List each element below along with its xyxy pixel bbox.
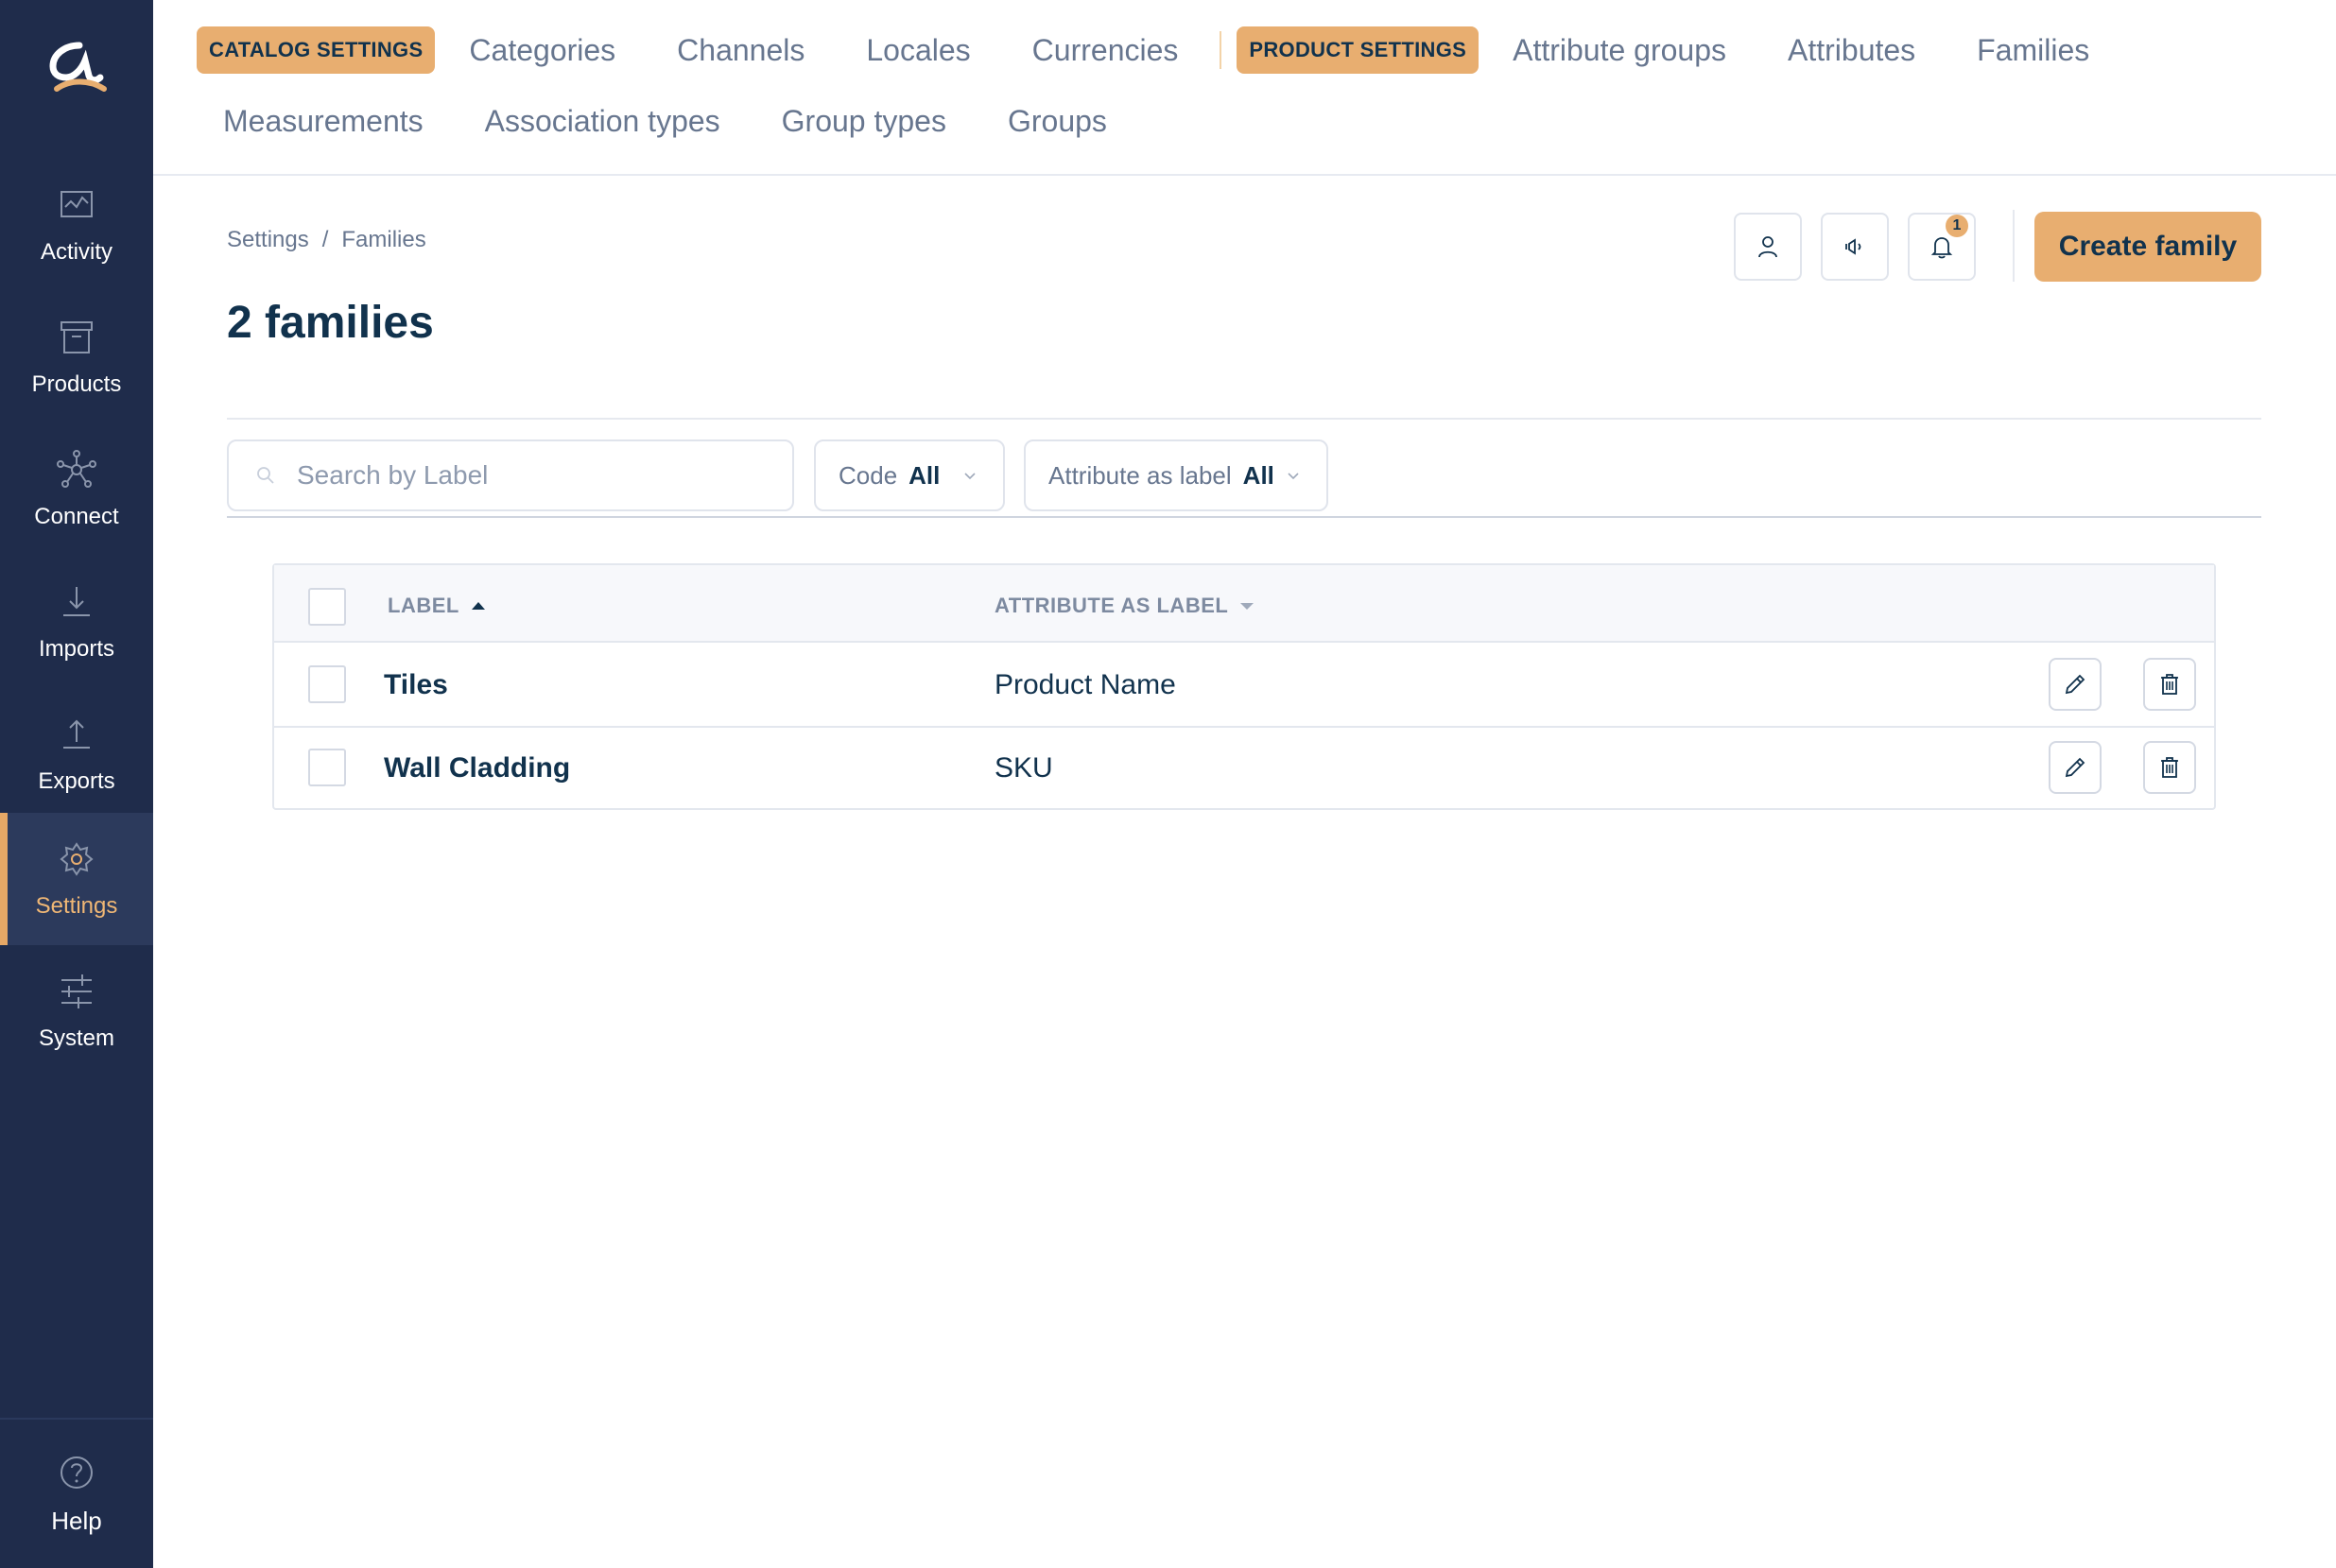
sidebar-item-label: Products [31, 371, 122, 397]
breadcrumb-families[interactable]: Families [341, 227, 425, 253]
menu-divider [1220, 31, 1222, 69]
row-checkbox[interactable] [308, 749, 346, 786]
sidebar-item-label: Exports [38, 768, 115, 794]
menu-link-attribute-groups[interactable]: Attribute groups [1513, 33, 1726, 68]
breadcrumb-settings[interactable]: Settings [227, 227, 309, 253]
settings-menu-row-1: CATALOG SETTINGS Categories Channels Loc… [197, 26, 2089, 74]
products-icon [61, 321, 93, 353]
megaphone-icon [1845, 238, 1861, 255]
table-header: LABEL ATTRIBUTE AS LABEL [274, 565, 2214, 643]
catalog-settings-label: CATALOG SETTINGS [197, 26, 436, 74]
settings-menu-row-2: Measurements Association types Group typ… [223, 104, 1107, 139]
sort-ascending-icon [471, 602, 485, 610]
sidebar-item-label: Connect [34, 504, 119, 529]
edit-button[interactable] [2049, 741, 2102, 794]
user-icon [1758, 236, 1777, 258]
chevron-down-icon [1288, 473, 1299, 480]
filters-top-divider [227, 418, 2261, 420]
chevron-down-icon [964, 473, 976, 480]
menu-link-categories[interactable]: Categories [469, 33, 615, 68]
search-icon [257, 467, 274, 484]
menu-link-measurements[interactable]: Measurements [223, 104, 424, 139]
sidebar-item-system[interactable]: System [0, 945, 153, 1077]
attribute-as-label-filter[interactable]: Attribute as label All [1024, 439, 1328, 511]
sidebar-item-activity[interactable]: Activity [0, 159, 153, 291]
product-settings-label: PRODUCT SETTINGS [1237, 26, 1479, 74]
menu-link-group-types[interactable]: Group types [782, 104, 946, 139]
menu-link-locales[interactable]: Locales [866, 33, 970, 68]
trash-icon [2161, 757, 2178, 778]
exports-icon [63, 719, 90, 749]
create-family-button[interactable]: Create family [2034, 212, 2261, 282]
page-title: 2 families [227, 298, 434, 348]
filters-bottom-divider [227, 516, 2261, 518]
row-checkbox[interactable] [308, 665, 346, 703]
sidebar-item-label: Activity [40, 239, 112, 265]
delete-button[interactable] [2143, 658, 2196, 711]
edit-button[interactable] [2049, 658, 2102, 711]
family-attribute-as-label: Product Name [995, 669, 1176, 700]
header-divider [2013, 210, 2015, 282]
sidebar-item-help[interactable]: Help [0, 1427, 153, 1559]
system-icon [61, 974, 92, 1008]
family-label: Wall Cladding [384, 752, 571, 784]
pencil-icon [2065, 757, 2085, 778]
delete-button[interactable] [2143, 741, 2196, 794]
families-table: LABEL ATTRIBUTE AS LABEL Tiles Product N… [272, 563, 2216, 810]
imports-icon [63, 587, 90, 616]
akeneo-logo[interactable] [43, 42, 110, 100]
menu-link-attributes[interactable]: Attributes [1788, 33, 1915, 68]
trash-icon [2161, 674, 2178, 695]
sidebar-divider [0, 1418, 153, 1420]
menu-link-channels[interactable]: Channels [677, 33, 805, 68]
search-input[interactable] [297, 460, 770, 491]
sidebar-item-imports[interactable]: Imports [0, 556, 153, 688]
notifications-button[interactable]: 1 [1908, 213, 1976, 281]
breadcrumb-separator: / [321, 227, 329, 252]
table-row[interactable]: Tiles Product Name [274, 645, 2214, 728]
activity-icon [61, 191, 93, 217]
sidebar-item-label: Help [51, 1506, 102, 1535]
attribute-filter-value: All [1242, 460, 1274, 490]
column-header-attribute-text: ATTRIBUTE AS LABEL [995, 594, 1229, 617]
menu-link-families[interactable]: Families [1977, 33, 2089, 68]
code-filter-label: Code [839, 460, 898, 490]
select-all-checkbox[interactable] [308, 588, 346, 626]
column-header-label-text: LABEL [388, 594, 459, 617]
sidebar-item-products[interactable]: Products [0, 291, 153, 423]
notification-badge: 1 [1946, 215, 1968, 237]
column-header-label[interactable]: LABEL [388, 594, 486, 618]
code-filter-value: All [908, 460, 941, 490]
sort-caret-down-icon [1240, 603, 1255, 610]
sidebar: Activity Products Connect Imports Export… [0, 0, 153, 1568]
menu-link-groups[interactable]: Groups [1008, 104, 1107, 139]
sidebar-item-label: System [38, 1025, 114, 1051]
code-filter[interactable]: Code All [814, 439, 1005, 511]
menu-link-currencies[interactable]: Currencies [1032, 33, 1179, 68]
sidebar-item-settings[interactable]: Settings [0, 813, 153, 945]
announcements-button[interactable] [1821, 213, 1889, 281]
attribute-filter-label: Attribute as label [1048, 460, 1232, 490]
user-menu-button[interactable] [1734, 213, 1802, 281]
breadcrumb: Settings / Families [227, 227, 426, 253]
column-header-attribute-as-label[interactable]: ATTRIBUTE AS LABEL [995, 594, 1255, 618]
search-box[interactable] [227, 439, 794, 511]
connect-icon [57, 450, 96, 488]
settings-menu: CATALOG SETTINGS Categories Channels Loc… [153, 0, 2336, 176]
menu-link-association-types[interactable]: Association types [485, 104, 720, 139]
sidebar-item-connect[interactable]: Connect [0, 423, 153, 556]
family-label: Tiles [384, 669, 448, 700]
table-row[interactable]: Wall Cladding SKU [274, 728, 2214, 811]
help-icon [61, 1456, 93, 1489]
pencil-icon [2065, 674, 2085, 695]
bell-icon [1930, 237, 1953, 259]
family-attribute-as-label: SKU [995, 752, 1053, 784]
settings-icon [60, 842, 94, 876]
sidebar-item-label: Settings [35, 893, 118, 919]
sidebar-item-exports[interactable]: Exports [0, 688, 153, 820]
sidebar-item-label: Imports [38, 636, 114, 662]
